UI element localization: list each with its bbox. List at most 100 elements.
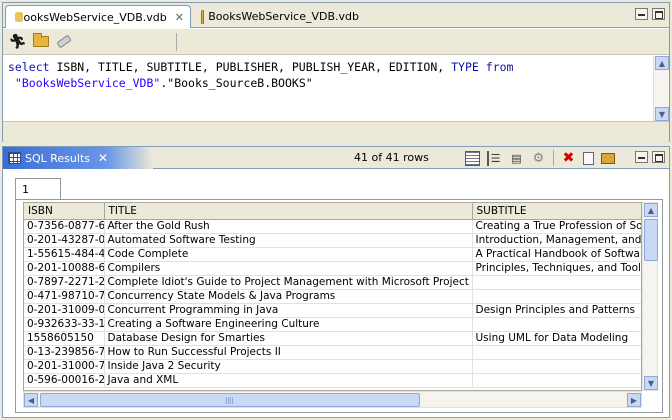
table-cell[interactable]: Concurrent Programming in Java — [104, 303, 473, 318]
table-cell[interactable]: 0-13-239856-7 — [24, 345, 105, 360]
table-cell[interactable] — [472, 275, 641, 290]
table-cell[interactable]: 0-201-43287-0 — [24, 233, 105, 248]
sql-token: ."Books_SourceB.BOOKS" — [160, 76, 313, 90]
table-cell[interactable]: Code Complete — [104, 247, 473, 262]
table-row[interactable]: 0-201-10088-6 Compilers Principles, Techni… — [24, 261, 641, 276]
table-cell[interactable]: Concurrency State Models & Java Programs — [104, 289, 473, 304]
settings-icon[interactable]: ⚙ — [531, 151, 546, 166]
table-cell[interactable]: Inside Java 2 Security — [104, 359, 473, 374]
close-tab-icon[interactable]: ✕ — [175, 11, 184, 24]
column-header-subtitle[interactable]: SUBTITLE — [472, 203, 641, 220]
table-cell[interactable]: After the Gold Rush — [104, 219, 473, 234]
clear-button[interactable] — [55, 34, 72, 50]
clear-icon — [55, 34, 72, 49]
minimize-icon[interactable] — [635, 151, 648, 163]
table-cell[interactable]: Creating a True Profession of Software E… — [472, 219, 641, 234]
table-cell[interactable]: 0-7356-0877-6 — [24, 219, 105, 234]
table-cell[interactable]: Java and XML — [104, 373, 473, 388]
tree-view-icon[interactable]: ☰ — [487, 150, 502, 166]
table-row[interactable]: 0-201-43287-0 Automated Software Testing I… — [24, 233, 641, 248]
table-cell[interactable]: Automated Software Testing — [104, 233, 473, 248]
table-cell[interactable] — [472, 289, 641, 304]
table-row[interactable]: 0-13-239856-7 How to Run Successful Proje… — [24, 345, 641, 360]
table-row[interactable]: 0-471-98710-7 Concurrency State Models & … — [24, 289, 641, 304]
table-cell[interactable]: 1558605150 — [24, 331, 105, 346]
sql-text-area[interactable]: select ISBN, TITLE, SUBTITLE, PUBLISHER,… — [3, 56, 654, 121]
results-body: 1 ISBN TITLE SUBTITLE 0-7356-0877-6 After… — [3, 170, 669, 417]
table-cell[interactable]: Principles, Techniques, and Tools — [472, 261, 641, 276]
table-row[interactable]: 0-7897-2271-2 Complete Idiot's Guide to P… — [24, 275, 641, 290]
table-vertical-scrollbar[interactable]: ▲ ▼ — [642, 202, 658, 391]
maximize-icon[interactable] — [652, 151, 665, 163]
minimize-icon[interactable] — [635, 8, 648, 20]
editor-tab-inactive[interactable]: BooksWebService_VDB.vdb — [195, 5, 365, 28]
table-cell[interactable]: Complete Idiot's Guide to Project Manage… — [104, 275, 473, 290]
copy-icon[interactable] — [583, 151, 594, 165]
table-row[interactable]: 1-55615-484-4 Code Complete A Practical Ha… — [24, 247, 641, 262]
table-cell[interactable] — [472, 373, 641, 388]
table-view-icon[interactable] — [465, 150, 480, 166]
table-horizontal-scrollbar[interactable]: ◀ ▶ — [23, 391, 642, 408]
editor-vertical-scrollbar[interactable]: ▲ ▼ — [653, 56, 669, 121]
sql-token: from — [485, 60, 514, 74]
export-icon[interactable] — [601, 152, 615, 164]
table-row[interactable]: 1558605150 Database Design for Smarties Us… — [24, 331, 641, 346]
result-page-tab[interactable]: 1 — [15, 178, 61, 199]
result-grid-frame: ISBN TITLE SUBTITLE 0-7356-0877-6 After t… — [15, 199, 663, 413]
sql-token: ISBN, TITLE, SUBTITLE, PUBLISHER, PUBLIS… — [49, 60, 452, 74]
table-cell[interactable]: Database Design for Smarties — [104, 331, 473, 346]
table-cell[interactable]: 1-55615-484-4 — [24, 247, 105, 262]
table-cell[interactable]: 0-201-31000-7 — [24, 359, 105, 374]
scroll-left-icon[interactable]: ◀ — [24, 393, 38, 407]
table-cell[interactable]: 0-201-31009-0 — [24, 303, 105, 318]
editor-bottom-bar — [3, 121, 669, 142]
sql-string-token: "BooksWebService_VDB" — [14, 76, 161, 90]
sql-editor-panel: BooksWebService_VDB.vdb ✕ BooksWebServic… — [2, 2, 670, 142]
table-row[interactable]: 0-201-31000-7 Inside Java 2 Security — [24, 359, 641, 374]
sql-results-tab[interactable]: SQL Results ✕ — [3, 147, 153, 169]
column-view-icon[interactable]: ▤ — [509, 151, 524, 166]
vertical-scroll-thumb[interactable] — [644, 219, 658, 261]
table-cell[interactable]: 0-932633-33-1 — [24, 317, 105, 332]
sql-results-tab-label: SQL Results — [25, 151, 90, 165]
scroll-down-icon[interactable]: ▼ — [644, 376, 658, 390]
table-cell[interactable] — [472, 317, 641, 332]
table-cell[interactable]: 0-201-10088-6 — [24, 261, 105, 276]
table-cell[interactable]: 0-7897-2271-2 — [24, 275, 105, 290]
table-cell[interactable]: A Practical Handbook of Software Constru… — [472, 247, 641, 262]
scroll-right-icon[interactable]: ▶ — [627, 393, 641, 407]
delete-icon[interactable]: ✖ — [561, 150, 576, 166]
editor-toolbar: 🏃︎ — [3, 29, 669, 55]
table-cell[interactable]: 0-596-00016-2 — [24, 373, 105, 388]
row-count: 41 of 41 rows — [354, 151, 429, 164]
close-tab-icon[interactable]: ✕ — [98, 151, 108, 165]
table-cell[interactable]: 0-471-98710-7 — [24, 289, 105, 304]
table-cell[interactable]: Compilers — [104, 261, 473, 276]
scroll-down-icon[interactable]: ▼ — [655, 107, 669, 121]
table-cell[interactable] — [472, 359, 641, 374]
table-row[interactable]: 0-596-00016-2 Java and XML — [24, 373, 641, 388]
results-header: SQL Results ✕ 41 of 41 rows ☰ ▤ ⚙ ✖ — [3, 147, 669, 169]
table-row[interactable]: 0-932633-33-1 Creating a Software Enginee… — [24, 317, 641, 332]
run-sql-icon[interactable]: 🏃︎ — [9, 34, 27, 50]
table-cell[interactable]: Design Principles and Patterns — [472, 303, 641, 318]
database-icon — [201, 9, 205, 24]
maximize-icon[interactable] — [652, 8, 665, 20]
editor-tab-active[interactable]: BooksWebService_VDB.vdb ✕ — [5, 5, 191, 28]
open-file-button[interactable] — [32, 33, 49, 50]
table-row[interactable]: 0-201-31009-0 Concurrent Programming in J… — [24, 303, 641, 318]
column-header-title[interactable]: TITLE — [104, 203, 473, 220]
open-file-icon — [32, 33, 49, 47]
table-cell[interactable]: Creating a Software Engineering Culture — [104, 317, 473, 332]
table-cell[interactable] — [472, 345, 641, 360]
scroll-up-icon[interactable]: ▲ — [655, 56, 669, 70]
table-cell[interactable]: How to Run Successful Projects II — [104, 345, 473, 360]
table-row[interactable]: 0-7356-0877-6 After the Gold Rush Creating… — [24, 219, 641, 234]
scroll-up-icon[interactable]: ▲ — [644, 203, 658, 217]
table-cell[interactable]: Using UML for Data Modeling — [472, 331, 641, 346]
table-cell[interactable]: Introduction, Management, and Performanc… — [472, 233, 641, 248]
column-header-isbn[interactable]: ISBN — [24, 203, 105, 220]
toolbar-separator — [553, 150, 554, 166]
horizontal-scroll-thumb[interactable] — [40, 393, 420, 407]
